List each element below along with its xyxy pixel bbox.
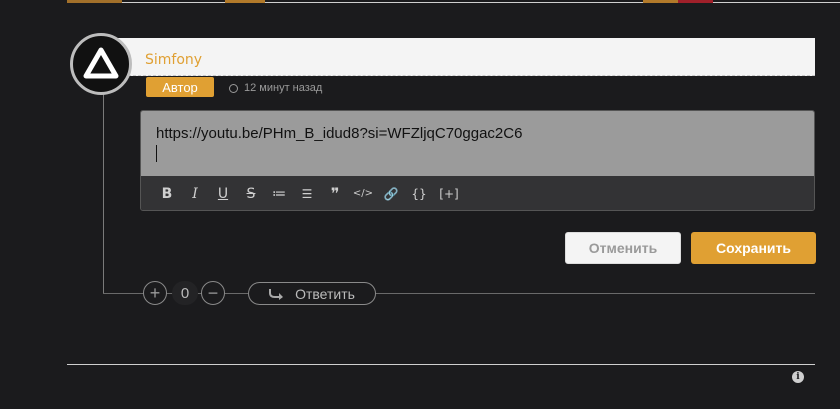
vote-count: 0: [172, 281, 198, 305]
editor-toolbar: B I U S ≔ ☰ ❞ </> 🔗 {} [+]: [141, 176, 814, 210]
reply-label: Ответить: [295, 285, 355, 302]
plus-icon: +: [149, 283, 161, 303]
save-button[interactable]: Сохранить: [691, 232, 816, 264]
avatar[interactable]: [70, 33, 132, 95]
ordered-list-icon[interactable]: ≔: [265, 183, 293, 205]
minus-icon: −: [207, 283, 219, 303]
top-accent-mid: [225, 0, 265, 3]
reply-arrow-icon: [269, 288, 284, 300]
clock-icon: [229, 83, 238, 93]
timestamp: 12 минут назад: [229, 82, 322, 94]
top-accent-red: [678, 0, 713, 3]
underline-icon[interactable]: U: [209, 183, 237, 205]
top-accent-right: [643, 0, 678, 3]
bullet-list-icon[interactable]: ☰: [293, 183, 321, 205]
thread-line: [103, 92, 104, 294]
strikethrough-icon[interactable]: S: [237, 183, 265, 205]
top-divider: [67, 2, 840, 3]
link-icon[interactable]: 🔗: [377, 183, 405, 205]
author-badge: Автор: [146, 77, 214, 97]
bold-icon[interactable]: B: [153, 183, 181, 205]
info-icon[interactable]: i: [792, 371, 804, 383]
code-block-icon[interactable]: {}: [405, 183, 433, 205]
reply-button[interactable]: Ответить: [248, 282, 376, 305]
spoiler-icon[interactable]: [+]: [433, 183, 465, 205]
author-name[interactable]: Simfony: [145, 52, 202, 68]
downvote-button[interactable]: −: [201, 281, 225, 305]
timestamp-text: 12 минут назад: [244, 82, 323, 94]
quote-icon[interactable]: ❞: [321, 183, 349, 205]
comment-header: [118, 38, 815, 76]
cancel-button[interactable]: Отменить: [565, 232, 681, 264]
comment-editor[interactable]: https://youtu.be/PHm_B_idud8?si=WFZljqC7…: [140, 110, 815, 211]
code-icon[interactable]: </>: [349, 183, 377, 205]
text-cursor: [156, 145, 157, 162]
upvote-button[interactable]: +: [143, 281, 167, 305]
top-accent-left: [67, 0, 122, 3]
editor-content: https://youtu.be/PHm_B_idud8?si=WFZljqC7…: [156, 125, 523, 142]
bottom-divider: [67, 364, 815, 365]
italic-icon[interactable]: I: [181, 183, 209, 205]
triangle-logo-icon: [83, 47, 119, 79]
editor-input[interactable]: https://youtu.be/PHm_B_idud8?si=WFZljqC7…: [141, 111, 814, 176]
